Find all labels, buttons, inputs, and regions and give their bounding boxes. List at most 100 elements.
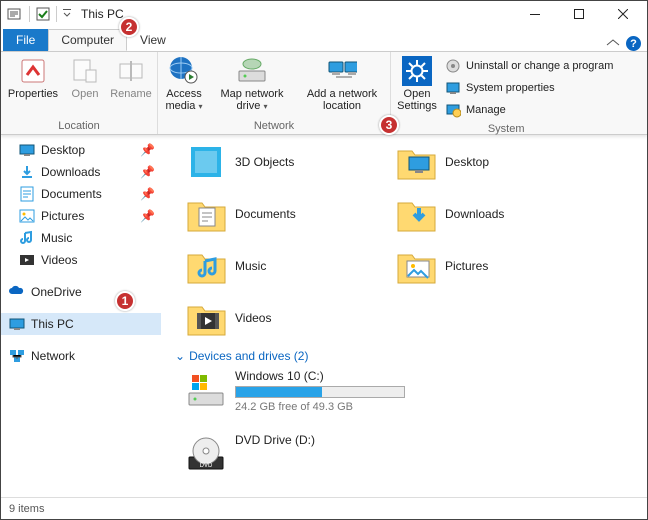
sidebar-item-label: Documents: [41, 187, 102, 201]
drive-name: Windows 10 (C:): [235, 369, 405, 383]
add-network-location-icon: [327, 56, 357, 86]
close-button[interactable]: [601, 1, 645, 27]
annotation-3: 3: [379, 115, 399, 135]
annotation-1: 1: [115, 291, 135, 311]
system-properties-icon: [445, 80, 461, 96]
tab-computer[interactable]: Computer: [48, 29, 127, 51]
pictures-icon: [19, 208, 35, 224]
add-network-location-button[interactable]: Add a network location: [298, 54, 386, 114]
chevron-down-icon: ⌄: [175, 349, 185, 363]
folder-label: Desktop: [445, 155, 489, 169]
folder-item[interactable]: 3D Objects: [185, 139, 375, 185]
desktop-big-icon: [395, 141, 437, 183]
system-properties-button[interactable]: System properties: [445, 78, 613, 98]
system-properties-label: System properties: [466, 82, 555, 94]
qat-check-icon[interactable]: [36, 7, 50, 21]
drive-item[interactable]: Windows 10 (C:) 24.2 GB free of 49.3 GB: [185, 369, 405, 413]
pin-icon: 📌: [140, 165, 155, 179]
downloads-big-icon: [395, 193, 437, 235]
chevron-down-icon: ▾: [263, 102, 267, 111]
settings-gear-icon: [402, 56, 432, 86]
ribbon: Properties Open Rename Location Access m…: [1, 51, 647, 135]
qat-separator: [29, 6, 30, 22]
sidebar-item-music[interactable]: Music: [1, 227, 161, 249]
documents-big-icon: [185, 193, 227, 235]
svg-text:DVD: DVD: [200, 463, 213, 469]
sidebar-item-onedrive[interactable]: OneDrive: [1, 281, 161, 303]
map-network-drive-label: Map network drive ▾: [210, 88, 294, 113]
access-media-icon: [169, 56, 199, 86]
sidebar-item-videos[interactable]: Videos: [1, 249, 161, 271]
open-button[interactable]: Open: [63, 54, 107, 102]
sidebar-item-this-pc[interactable]: This PC: [1, 313, 161, 335]
qat-back-icon[interactable]: [7, 6, 23, 22]
documents-icon: [19, 186, 35, 202]
section-devices-label: Devices and drives (2): [189, 349, 308, 363]
drive-capacity-bar: [235, 386, 405, 398]
folder-label: Pictures: [445, 259, 488, 273]
open-settings-label: Open Settings: [397, 88, 437, 112]
open-settings-button[interactable]: Open Settings: [395, 54, 439, 114]
access-media-button[interactable]: Access media ▾: [162, 54, 206, 115]
minimize-button[interactable]: [513, 1, 557, 27]
this-pc-label: This PC: [31, 317, 74, 331]
uninstall-icon: [445, 58, 461, 74]
folder-item[interactable]: Downloads: [395, 191, 585, 237]
drive-free-text: 24.2 GB free of 49.3 GB: [235, 401, 405, 413]
folder-item[interactable]: Documents: [185, 191, 375, 237]
folder-item[interactable]: Pictures: [395, 243, 585, 289]
sidebar-item-label: Pictures: [41, 209, 84, 223]
folder-label: Music: [235, 259, 266, 273]
manage-label: Manage: [466, 104, 506, 116]
group-system-label: System: [391, 122, 621, 137]
videos-icon: [19, 252, 35, 268]
folder-item[interactable]: Desktop: [395, 139, 585, 185]
properties-icon: [18, 56, 48, 86]
sidebar-item-network[interactable]: Network: [1, 345, 161, 367]
sidebar-item-documents[interactable]: Documents📌: [1, 183, 161, 205]
tab-file[interactable]: File: [3, 29, 48, 51]
map-network-drive-icon: [237, 56, 267, 86]
windisk-icon: [185, 369, 227, 411]
chevron-down-icon: ▾: [199, 102, 203, 111]
pin-icon: 📌: [140, 143, 155, 157]
nav-tree: Desktop📌Downloads📌Documents📌Pictures📌Mus…: [1, 135, 161, 497]
open-label: Open: [72, 88, 99, 100]
annotation-2: 2: [119, 17, 139, 37]
videos-big-icon: [185, 297, 227, 339]
ribbon-tabs: File Computer View ?: [1, 27, 647, 51]
folder-item[interactable]: Music: [185, 243, 375, 289]
folder-item[interactable]: Videos: [185, 295, 375, 341]
properties-button[interactable]: Properties: [5, 54, 61, 102]
drive-name: DVD Drive (D:): [235, 433, 405, 447]
pin-icon: 📌: [140, 209, 155, 223]
onedrive-icon: [9, 284, 25, 300]
sidebar-item-label: Videos: [41, 253, 77, 267]
window-title: This PC: [81, 7, 124, 21]
group-network-label: Network: [158, 119, 390, 134]
sidebar-item-pictures[interactable]: Pictures 📌: [1, 205, 161, 227]
rename-label: Rename: [110, 88, 152, 100]
title-bar: This PC: [1, 1, 647, 27]
section-devices-header[interactable]: ⌄ Devices and drives (2): [175, 349, 643, 363]
maximize-button[interactable]: [557, 1, 601, 27]
sidebar-item-label: Downloads: [41, 165, 100, 179]
music-big-icon: [185, 245, 227, 287]
sidebar-item-downloads[interactable]: Downloads 📌: [1, 161, 161, 183]
qat-dropdown-icon[interactable]: [63, 7, 73, 21]
sidebar-item-desktop[interactable]: Desktop📌: [1, 139, 161, 161]
drive-item[interactable]: DVD DVD Drive (D:): [185, 433, 405, 475]
manage-icon: [445, 102, 461, 118]
dvd-icon: DVD: [185, 433, 227, 475]
downloads-icon: [19, 164, 35, 180]
map-network-drive-button[interactable]: Map network drive ▾: [208, 54, 296, 115]
rename-button[interactable]: Rename: [109, 54, 153, 102]
minimize-ribbon-icon[interactable]: [606, 37, 620, 51]
uninstall-button[interactable]: Uninstall or change a program: [445, 56, 613, 76]
rename-icon: [116, 56, 146, 86]
folder-label: Documents: [235, 207, 296, 221]
pictures-big-icon: [395, 245, 437, 287]
sidebar-item-label: Music: [41, 231, 72, 245]
help-icon[interactable]: ?: [626, 36, 641, 51]
manage-button[interactable]: Manage: [445, 100, 613, 120]
